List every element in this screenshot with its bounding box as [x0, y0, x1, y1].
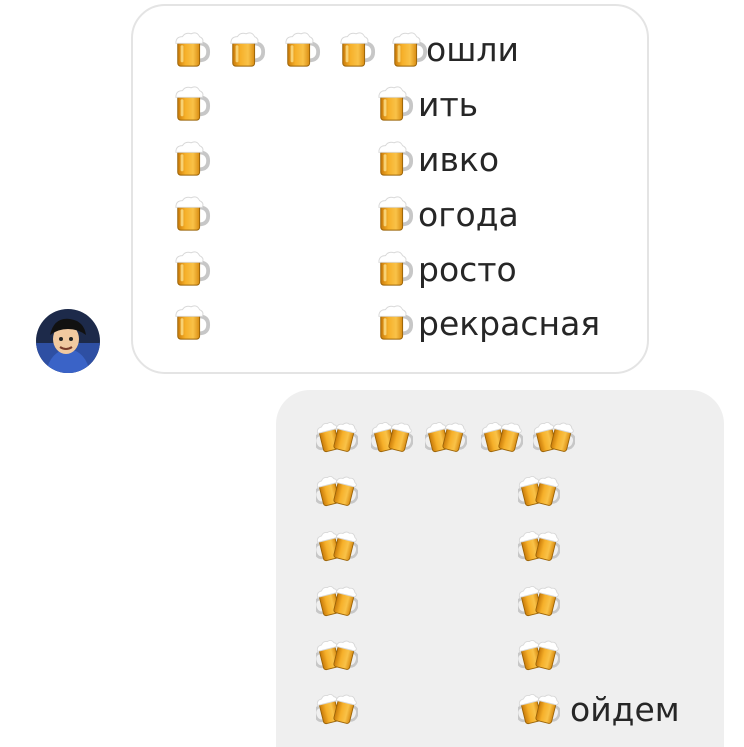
received-word: росто — [418, 250, 517, 289]
avatar-image — [36, 309, 100, 373]
beer-mug-icon — [173, 303, 211, 341]
received-word: огода — [418, 195, 519, 234]
beer-mug-icon — [173, 194, 211, 232]
received-word: ошли — [426, 30, 519, 69]
sent-word: ойдем — [570, 690, 680, 729]
beer-mug-icon — [173, 249, 211, 287]
direct-message-thread: ошли ить ивко огода росто рекрасная ойде… — [0, 0, 744, 747]
clinking-beer-mugs-icon — [518, 636, 560, 672]
beer-mug-icon — [376, 139, 414, 177]
beer-mug-icon — [173, 30, 211, 68]
clinking-beer-mugs-icon — [518, 472, 560, 508]
beer-mug-icon — [283, 30, 321, 68]
clinking-beer-mugs-icon — [518, 690, 560, 726]
beer-mug-icon — [173, 84, 211, 122]
clinking-beer-mugs-icon — [371, 418, 413, 454]
beer-mug-icon — [376, 84, 414, 122]
received-word: ить — [418, 85, 479, 124]
clinking-beer-mugs-icon — [316, 582, 358, 618]
beer-mug-icon — [376, 303, 414, 341]
beer-mug-icon — [173, 139, 211, 177]
received-word: ивко — [418, 140, 500, 179]
clinking-beer-mugs-icon — [316, 472, 358, 508]
clinking-beer-mugs-icon — [518, 527, 560, 563]
received-word: рекрасная — [418, 304, 601, 343]
beer-mug-icon — [376, 249, 414, 287]
clinking-beer-mugs-icon — [518, 582, 560, 618]
beer-mug-icon — [338, 30, 376, 68]
clinking-beer-mugs-icon — [533, 418, 575, 454]
beer-mug-icon — [376, 194, 414, 232]
clinking-beer-mugs-icon — [481, 418, 523, 454]
beer-mug-icon — [390, 30, 428, 68]
clinking-beer-mugs-icon — [316, 418, 358, 454]
clinking-beer-mugs-icon — [316, 527, 358, 563]
clinking-beer-mugs-icon — [425, 418, 467, 454]
clinking-beer-mugs-icon — [316, 690, 358, 726]
clinking-beer-mugs-icon — [316, 636, 358, 672]
beer-mug-icon — [228, 30, 266, 68]
sender-avatar[interactable] — [36, 309, 100, 373]
